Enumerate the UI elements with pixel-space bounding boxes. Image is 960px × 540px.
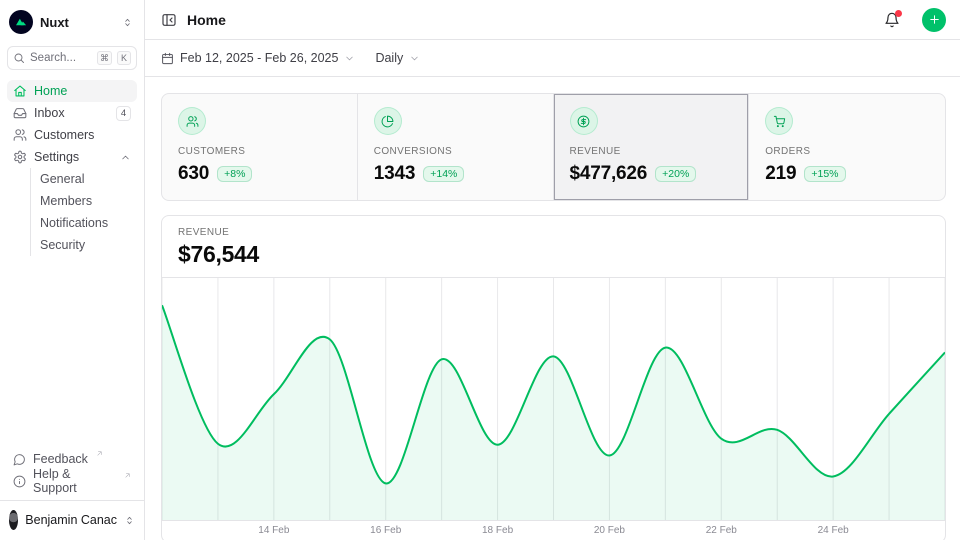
app-window: Nuxt Search... ⌘ K Home [0,0,960,540]
stat-card-conversions[interactable]: CONVERSIONS 1343 +14% [358,94,554,200]
sidebar-item-label: Settings [34,150,113,164]
sidebar-nav: Home Inbox 4 Customers Settings [7,80,137,256]
stat-delta-badge: +14% [423,166,464,182]
calendar-icon [161,52,174,65]
footer-link-label: Help & Support [33,467,116,495]
stat-delta-badge: +15% [804,166,845,182]
header: Home [145,0,960,40]
search-placeholder: Search... [30,52,92,64]
workspace-switcher[interactable]: Nuxt [7,8,137,36]
footer-link-label: Feedback [33,452,88,466]
chevron-down-icon [409,53,420,64]
help-support-link[interactable]: Help & Support [7,470,137,492]
stat-label: CONVERSIONS [374,146,537,157]
nuxt-logo-icon [9,10,33,34]
content: CUSTOMERS 630 +8% CONVERSIONS 1343 +14% [145,77,960,540]
stat-label: ORDERS [765,146,929,157]
users-icon [13,128,27,142]
stat-card-revenue[interactable]: REVENUE $477,626 +20% [554,94,750,200]
x-tick-label: 18 Feb [482,525,513,536]
x-tick-label: 20 Feb [594,525,625,536]
search-icon [13,52,25,64]
stat-card-orders[interactable]: ORDERS 219 +15% [749,94,945,200]
chevron-up-down-icon [122,17,133,28]
sidebar-spacer [7,256,137,448]
x-tick-label: 24 Feb [818,525,849,536]
stat-delta-badge: +8% [217,166,252,182]
stat-label: CUSTOMERS [178,146,341,157]
date-range-label: Feb 12, 2025 - Feb 26, 2025 [180,51,338,65]
sidebar: Nuxt Search... ⌘ K Home [0,0,145,540]
sidebar-item-label: Customers [34,128,131,142]
stat-label: REVENUE [570,146,733,157]
sidebar-item-label: Inbox [34,106,109,120]
revenue-chart-card: REVENUE $76,544 14 Feb 16 Feb 18 Feb 20 Feb… [161,215,946,540]
chart-value: $76,544 [178,241,929,268]
sidebar-item-label: Home [34,84,131,98]
stat-value: 1343 [374,163,415,185]
chevron-up-icon [120,152,131,163]
period-label: Daily [375,51,403,65]
home-icon [13,84,27,98]
x-tick-label: 14 Feb [258,525,289,536]
settings-subtree: General Members Notifications Security [30,168,137,256]
stat-card-customers[interactable]: CUSTOMERS 630 +8% [162,94,358,200]
user-menu[interactable]: Benjamin Canac [0,500,144,532]
kbd-k: K [117,51,131,65]
sidebar-item-security[interactable]: Security [31,234,137,256]
sidebar-item-members[interactable]: Members [31,190,137,212]
chevron-up-down-icon [124,515,135,526]
pie-chart-icon [374,107,402,135]
chat-bubble-icon [13,453,26,466]
stat-value: $477,626 [570,163,648,185]
x-tick-label: 16 Feb [370,525,401,536]
filters-toolbar: Feb 12, 2025 - Feb 26, 2025 Daily [145,40,960,77]
external-link-icon [96,450,103,457]
workspace-name: Nuxt [40,15,115,30]
chart-header: REVENUE $76,544 [162,216,945,278]
period-select[interactable]: Daily [375,51,420,65]
cart-icon [765,107,793,135]
search-input[interactable]: Search... ⌘ K [7,46,137,70]
stat-value: 219 [765,163,796,185]
sidebar-item-settings[interactable]: Settings [7,146,137,168]
users-icon [178,107,206,135]
chevron-down-icon [344,53,355,64]
inbox-count-badge: 4 [116,106,131,121]
stat-value: 630 [178,163,209,185]
revenue-area-chart [162,278,945,520]
dollar-circle-icon [570,107,598,135]
notification-dot [895,10,902,17]
sidebar-item-inbox[interactable]: Inbox 4 [7,102,137,124]
x-tick-label: 22 Feb [706,525,737,536]
date-range-picker[interactable]: Feb 12, 2025 - Feb 26, 2025 [161,51,355,65]
kbd-cmd: ⌘ [97,51,112,65]
sidebar-item-customers[interactable]: Customers [7,124,137,146]
gear-icon [13,150,27,164]
chart-label: REVENUE [178,227,929,238]
external-link-icon [124,472,131,479]
main-area: Home Feb 12, 2025 - Feb 26, 2025 Daily [145,0,960,540]
sidebar-item-home[interactable]: Home [7,80,137,102]
user-name: Benjamin Canac [25,513,117,527]
sidebar-item-notifications[interactable]: Notifications [31,212,137,234]
sidebar-item-general[interactable]: General [31,168,137,190]
inbox-icon [13,106,27,120]
notifications-bell-button[interactable] [884,12,900,28]
add-button[interactable] [922,8,946,32]
chart-plot-area [162,278,945,521]
page-title: Home [187,12,874,28]
avatar [9,510,18,530]
stats-row: CUSTOMERS 630 +8% CONVERSIONS 1343 +14% [161,93,946,201]
chart-x-axis: 14 Feb 16 Feb 18 Feb 20 Feb 22 Feb 24 Feb [162,521,945,540]
sidebar-collapse-button[interactable] [161,12,177,28]
stat-delta-badge: +20% [655,166,696,182]
info-circle-icon [13,475,26,488]
